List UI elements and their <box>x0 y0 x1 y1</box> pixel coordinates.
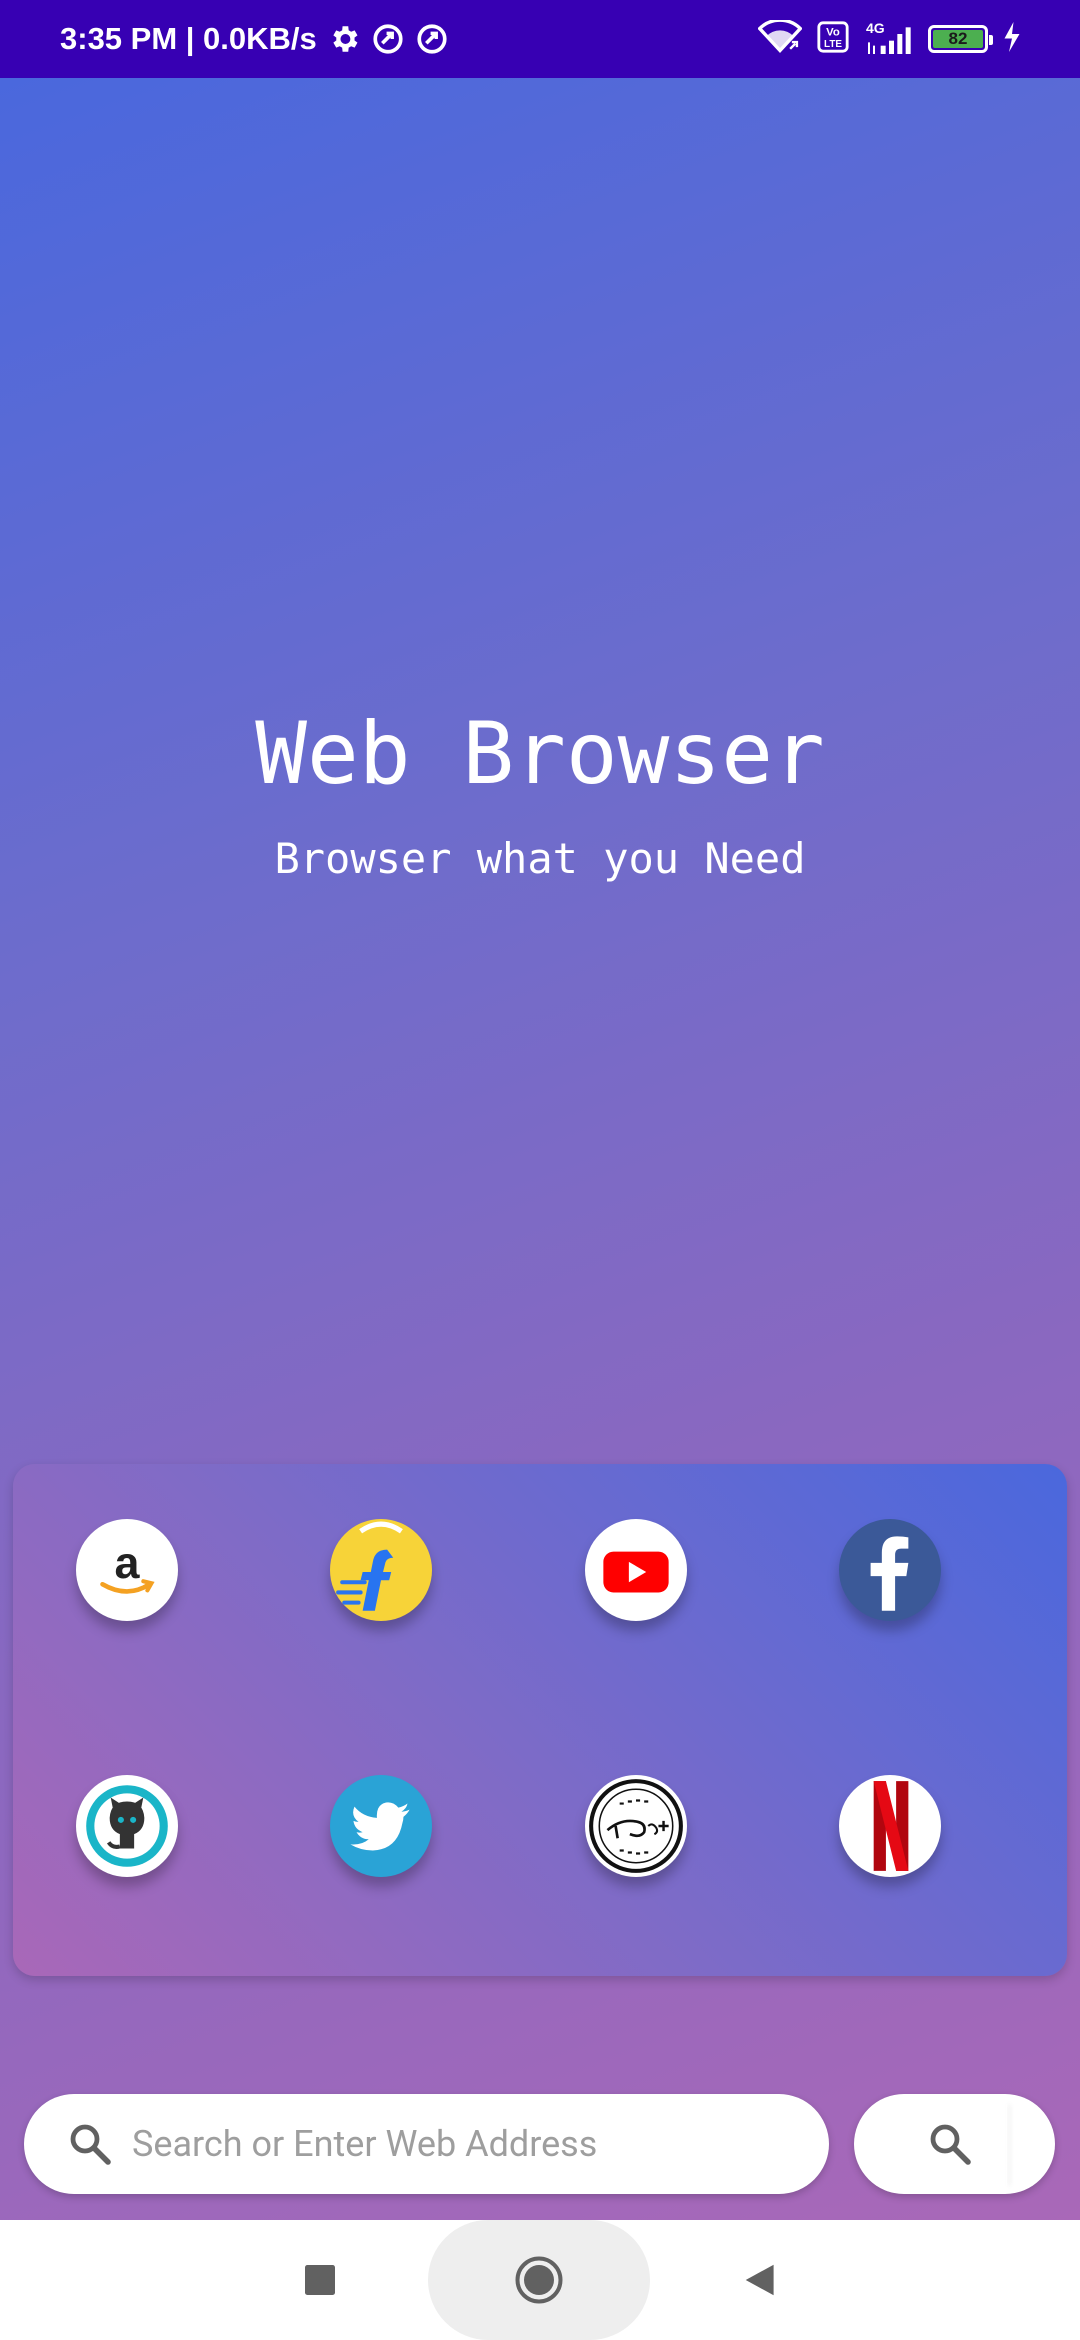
battery-level: 82 <box>933 29 983 48</box>
shortcut-twitter[interactable] <box>330 1775 432 1877</box>
recents-button[interactable] <box>290 2250 350 2310</box>
search-input[interactable] <box>114 2094 829 2194</box>
github-icon <box>86 1785 168 1867</box>
search-button[interactable] <box>854 2094 1055 2194</box>
youtube-icon <box>603 1551 669 1593</box>
status-time: 3:35 PM | 0.0KB/s <box>60 21 317 56</box>
svg-text:LTE: LTE <box>824 38 842 49</box>
shortcuts-card: a <box>13 1464 1067 1976</box>
navigation-bar <box>0 2220 1080 2340</box>
charging-icon <box>1002 21 1022 57</box>
status-left: 3:35 PM | 0.0KB/s <box>60 21 449 57</box>
battery-icon: 82 <box>928 25 993 53</box>
home-icon <box>515 2256 563 2304</box>
app-title: Web Browser <box>255 704 825 804</box>
status-right: Vo LTE 4G 82 <box>757 18 1022 59</box>
data-saver-icon <box>415 22 449 56</box>
shortcut-github[interactable] <box>76 1775 178 1877</box>
volte-icon: Vo LTE <box>816 20 850 59</box>
search-field[interactable] <box>24 2094 829 2194</box>
shortcut-netflix[interactable] <box>839 1775 941 1877</box>
facebook-icon <box>870 1536 909 1611</box>
svg-text:Vo: Vo <box>826 26 840 38</box>
search-icon <box>70 2124 111 2165</box>
wifi-icon <box>757 18 803 59</box>
shortcut-youtube[interactable] <box>585 1519 687 1621</box>
twitter-icon <box>350 1802 410 1851</box>
svg-text:a: a <box>115 1537 141 1588</box>
back-button[interactable] <box>730 2250 790 2310</box>
home-button[interactable] <box>509 2250 569 2310</box>
netflix-icon <box>873 1781 909 1871</box>
shortcut-flipkart[interactable] <box>330 1519 432 1621</box>
flipkart-icon <box>336 1521 403 1611</box>
search-icon <box>930 2124 971 2165</box>
disney-plus-icon <box>589 1779 683 1873</box>
amazon-icon: a <box>100 1537 155 1594</box>
status-bar: 3:35 PM | 0.0KB/s Vo LTE 4G 82 <box>0 0 1080 78</box>
signal-icon: 4G <box>864 20 914 56</box>
data-saver-icon <box>371 22 405 56</box>
recents-icon <box>305 2265 335 2295</box>
settings-icon <box>327 22 361 56</box>
shortcut-amazon[interactable]: a <box>76 1519 178 1621</box>
back-icon <box>745 2264 774 2296</box>
shortcut-disney-plus[interactable] <box>585 1775 687 1877</box>
shortcut-facebook[interactable] <box>839 1519 941 1621</box>
app-subtitle: Browser what you Need <box>274 834 806 883</box>
